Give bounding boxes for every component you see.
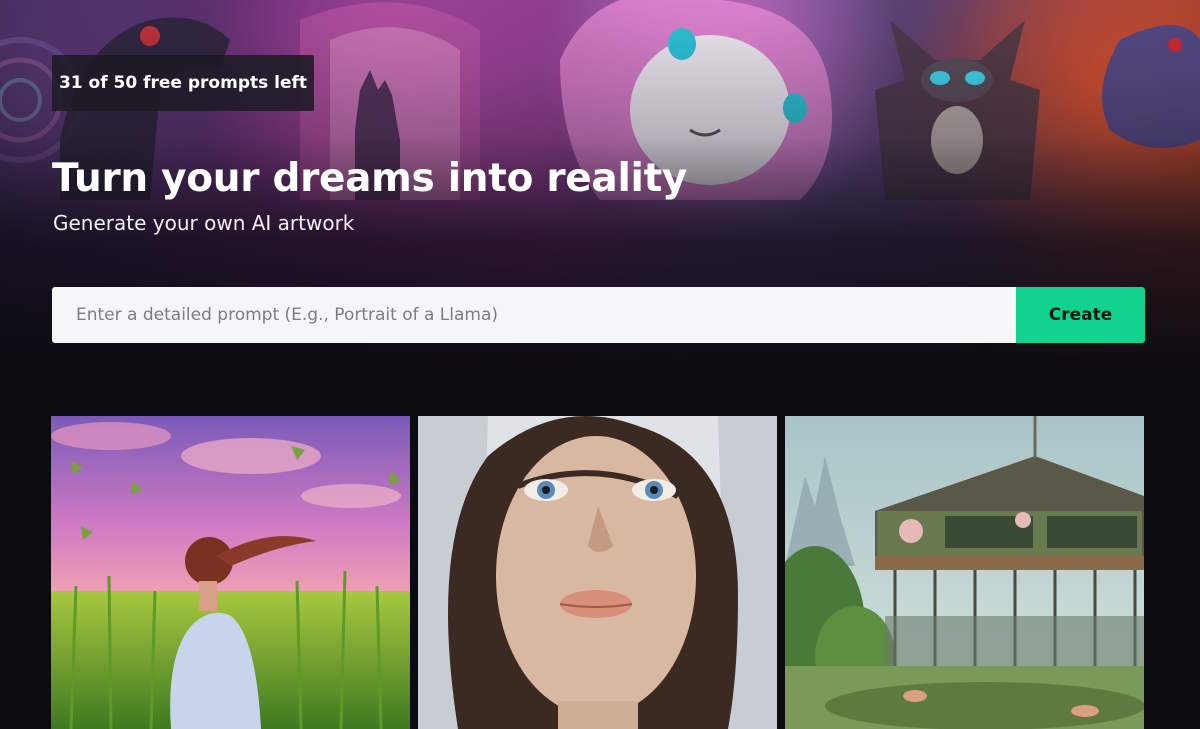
prompt-input[interactable] — [52, 287, 1016, 343]
gallery-item-cornfield[interactable] — [51, 416, 410, 729]
create-button[interactable]: Create — [1016, 287, 1145, 343]
artwork-gallery — [51, 416, 1144, 729]
prompt-form: Create — [52, 287, 1145, 343]
gallery-item-carousel[interactable] — [785, 416, 1144, 729]
portrait-artwork-image — [418, 416, 777, 729]
page-subtitle: Generate your own AI artwork — [53, 211, 355, 235]
free-prompts-count-text: 31 of 50 free prompts left — [58, 73, 308, 93]
hero-banner: 31 of 50 free prompts left Turn your dre… — [0, 0, 1200, 390]
carousel-artwork-image — [785, 416, 1144, 729]
cornfield-artwork-image — [51, 416, 410, 729]
gallery-item-portrait[interactable] — [418, 416, 777, 729]
page-title: Turn your dreams into reality — [52, 156, 688, 201]
free-prompts-badge: 31 of 50 free prompts left — [52, 55, 314, 111]
